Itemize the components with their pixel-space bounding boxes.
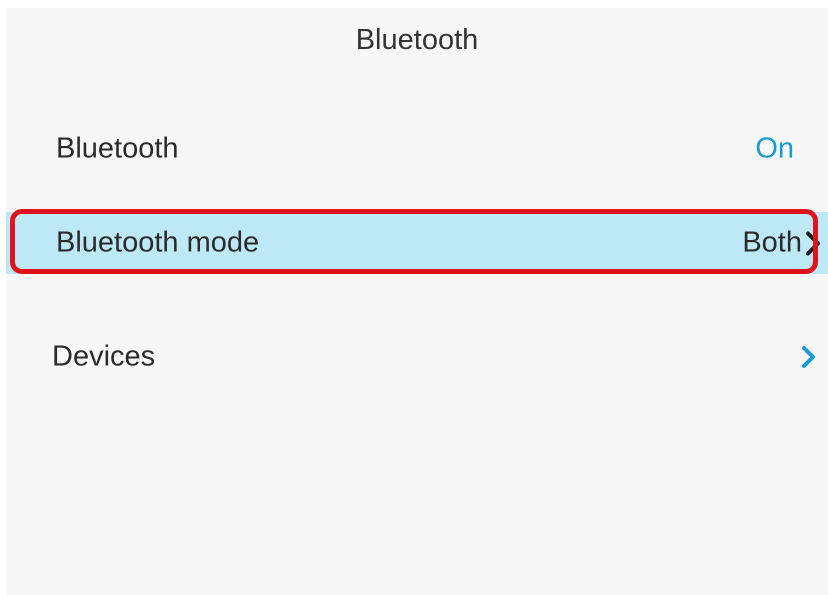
setting-row-devices[interactable]: Devices (6, 324, 828, 390)
setting-row-bluetooth-mode[interactable]: Bluetooth mode Both (6, 212, 828, 274)
page-title: Bluetooth (355, 24, 479, 56)
setting-value-bluetooth-mode-text: Both (742, 226, 802, 259)
setting-value-bluetooth-mode: Both (742, 227, 822, 260)
setting-label-devices: Devices (52, 340, 156, 373)
bluetooth-settings-screen: Bluetooth Bluetooth On Bluetooth mode Bo… (6, 8, 828, 595)
setting-label-bluetooth-mode: Bluetooth mode (56, 226, 260, 259)
setting-value-devices (800, 345, 816, 369)
chevron-right-icon (806, 231, 820, 255)
chevron-right-icon (802, 346, 815, 368)
setting-value-bluetooth: On (755, 132, 794, 165)
setting-row-bluetooth[interactable]: Bluetooth On (6, 116, 828, 182)
setting-label-bluetooth: Bluetooth (56, 132, 179, 165)
